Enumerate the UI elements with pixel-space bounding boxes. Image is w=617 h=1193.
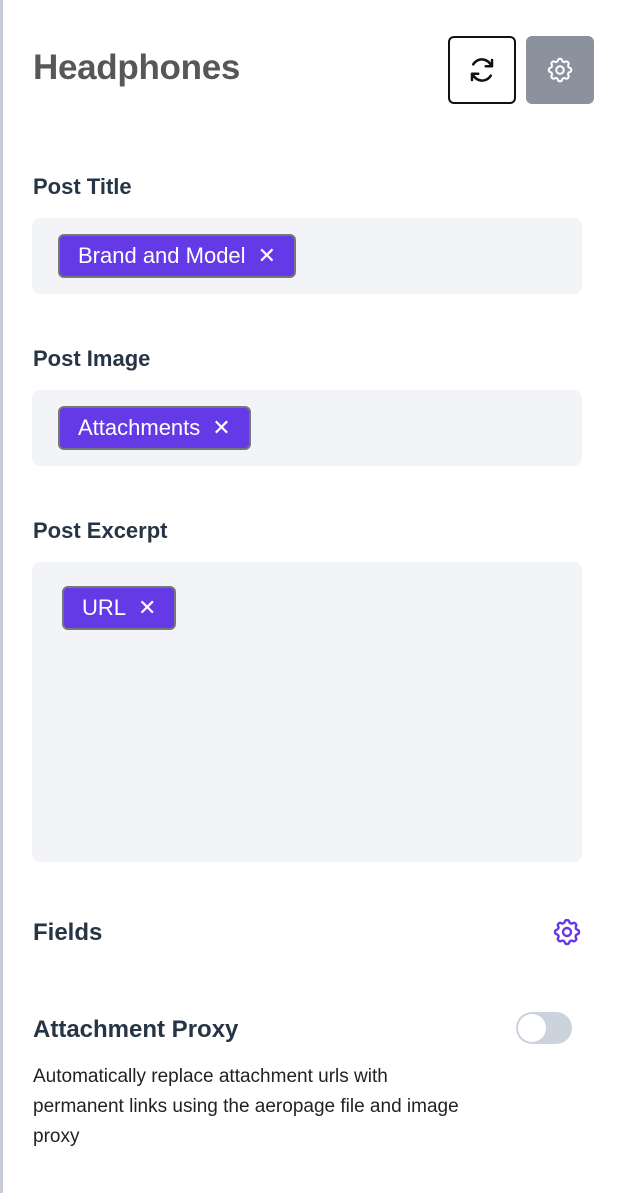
post-title-field[interactable]: Brand and Model ✕: [32, 218, 582, 294]
gear-icon: [547, 57, 573, 83]
refresh-button[interactable]: [448, 36, 516, 104]
left-border: [0, 0, 3, 1193]
chip-label: Attachments: [78, 415, 201, 440]
chip-brand-and-model[interactable]: Brand and Model ✕: [58, 234, 296, 278]
attachment-proxy-label: Attachment Proxy: [33, 1016, 239, 1043]
fields-settings-button[interactable]: [551, 916, 583, 953]
chip-label: Brand and Model: [78, 243, 246, 268]
attachment-proxy-description: Automatically replace attachment urls wi…: [33, 1066, 459, 1147]
gear-icon: [553, 918, 581, 946]
post-excerpt-field[interactable]: URL ✕: [32, 562, 582, 862]
post-image-label: Post Image: [33, 346, 151, 371]
post-title-label: Post Title: [33, 174, 132, 199]
close-icon[interactable]: ✕: [212, 415, 230, 441]
chip-attachments[interactable]: Attachments ✕: [58, 406, 251, 450]
close-icon[interactable]: ✕: [138, 595, 156, 621]
refresh-icon: [470, 58, 494, 82]
fields-label: Fields: [33, 919, 103, 946]
attachment-proxy-toggle[interactable]: [516, 1012, 572, 1044]
settings-button[interactable]: [526, 36, 594, 104]
post-image-field[interactable]: Attachments ✕: [32, 390, 582, 466]
toggle-knob: [518, 1014, 546, 1042]
close-icon[interactable]: ✕: [258, 243, 276, 269]
chip-url[interactable]: URL ✕: [62, 586, 177, 630]
page-title: Headphones: [33, 48, 241, 87]
chip-label: URL: [82, 595, 127, 620]
post-excerpt-label: Post Excerpt: [33, 518, 168, 543]
